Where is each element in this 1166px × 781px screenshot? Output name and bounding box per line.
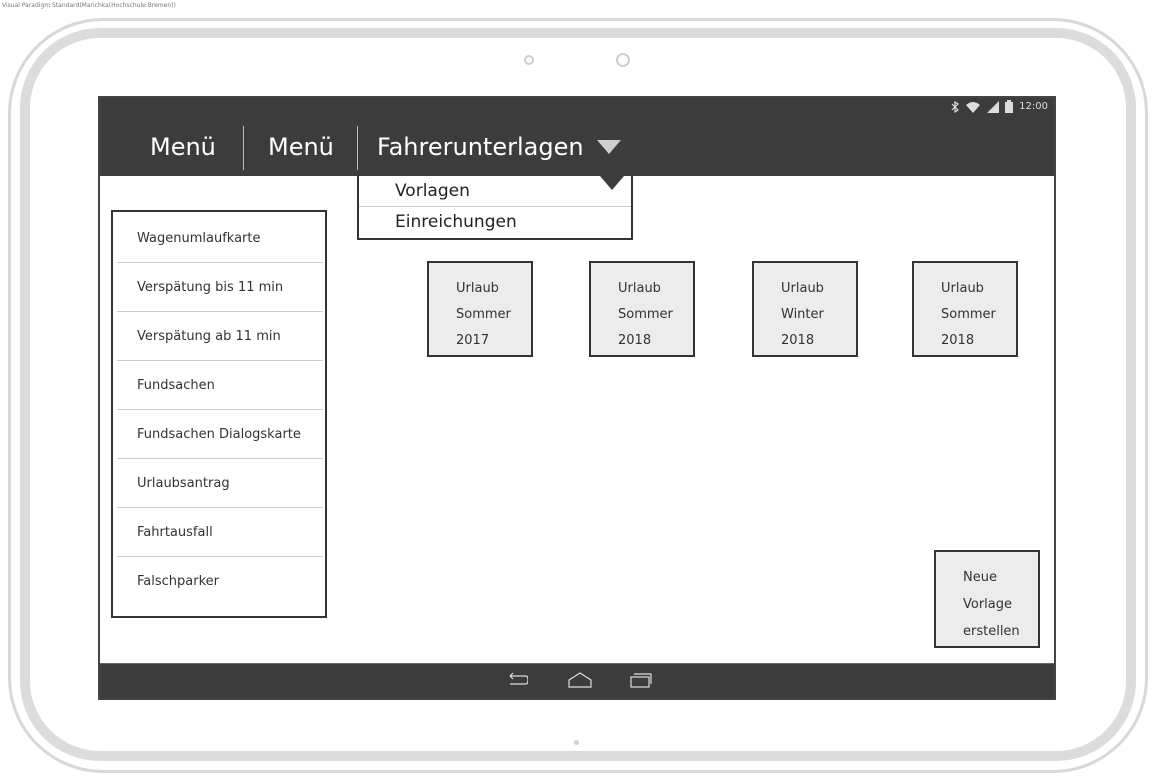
list-item[interactable]: Urlaubsantrag	[117, 459, 323, 508]
camera-icon	[616, 53, 630, 67]
clock: 12:00	[1019, 101, 1048, 112]
battery-icon	[1005, 100, 1014, 113]
divider	[357, 126, 358, 170]
status-bar: 12:00	[100, 98, 1054, 119]
tile-line: Urlaub	[941, 281, 984, 296]
tile-line: Sommer	[941, 307, 996, 322]
fahrerunterlagen-menu[interactable]: Fahrerunterlagen	[377, 118, 584, 176]
tile-line: 2018	[618, 333, 652, 348]
template-tile[interactable]: Urlaub Sommer 2017	[427, 261, 533, 357]
status-icons: 12:00	[951, 100, 1048, 113]
template-tile[interactable]: Urlaub Sommer 2018	[589, 261, 695, 357]
bluetooth-icon	[951, 100, 960, 113]
list-item[interactable]: Verspätung ab 11 min	[117, 312, 323, 361]
list-item[interactable]: Wagenumlaufkarte	[117, 214, 323, 263]
list-item[interactable]: Fundsachen	[117, 361, 323, 410]
list-item[interactable]: Fundsachen Dialogskarte	[117, 410, 323, 459]
template-tile[interactable]: Urlaub Winter 2018	[752, 261, 858, 357]
button-line: erstellen	[963, 624, 1020, 639]
signal-icon	[987, 100, 1000, 113]
template-list: Wagenumlaufkarte Verspätung bis 11 min V…	[111, 210, 327, 618]
home-dot-icon	[574, 740, 579, 745]
button-line: Neue	[963, 570, 997, 585]
tile-line: 2017	[456, 333, 490, 348]
chevron-down-icon[interactable]	[597, 140, 621, 154]
new-template-button[interactable]: Neue Vorlage erstellen	[934, 550, 1040, 648]
app-bar: Menü Menü Fahrerunterlagen	[100, 118, 1054, 176]
back-icon[interactable]	[506, 672, 528, 688]
divider	[243, 126, 244, 170]
menu-button-1[interactable]: Menü	[150, 118, 216, 176]
list-item[interactable]: Falschparker	[117, 557, 323, 606]
sensor-icon	[524, 55, 534, 65]
list-item[interactable]: Verspätung bis 11 min	[117, 263, 323, 312]
template-tile[interactable]: Urlaub Sommer 2018	[912, 261, 1018, 357]
navigation-bar	[100, 663, 1054, 698]
tile-line: Urlaub	[618, 281, 661, 296]
tile-line: Urlaub	[456, 281, 499, 296]
dropdown-item-vorlagen[interactable]: Vorlagen	[359, 176, 631, 207]
tile-line: 2018	[941, 333, 975, 348]
button-line: Vorlage	[963, 597, 1013, 612]
wifi-icon	[966, 101, 981, 113]
menu-button-2[interactable]: Menü	[268, 118, 334, 176]
tile-line: 2018	[781, 333, 815, 348]
tablet-screen: 12:00 Menü Menü Fahrerunterlagen Vorlage…	[98, 96, 1056, 700]
dropdown-menu: Vorlagen Einreichungen	[357, 176, 633, 240]
home-icon[interactable]	[568, 672, 592, 688]
tile-line: Sommer	[456, 307, 511, 322]
dropdown-item-einreichungen[interactable]: Einreichungen	[359, 207, 631, 238]
recent-apps-icon[interactable]	[630, 672, 652, 688]
list-item[interactable]: Fahrtausfall	[117, 508, 323, 557]
tile-line: Winter	[781, 307, 824, 322]
tile-line: Urlaub	[781, 281, 824, 296]
tile-line: Sommer	[618, 307, 673, 322]
watermark: Visual Paradigm Standard(Marichka(Hochsc…	[2, 2, 176, 9]
